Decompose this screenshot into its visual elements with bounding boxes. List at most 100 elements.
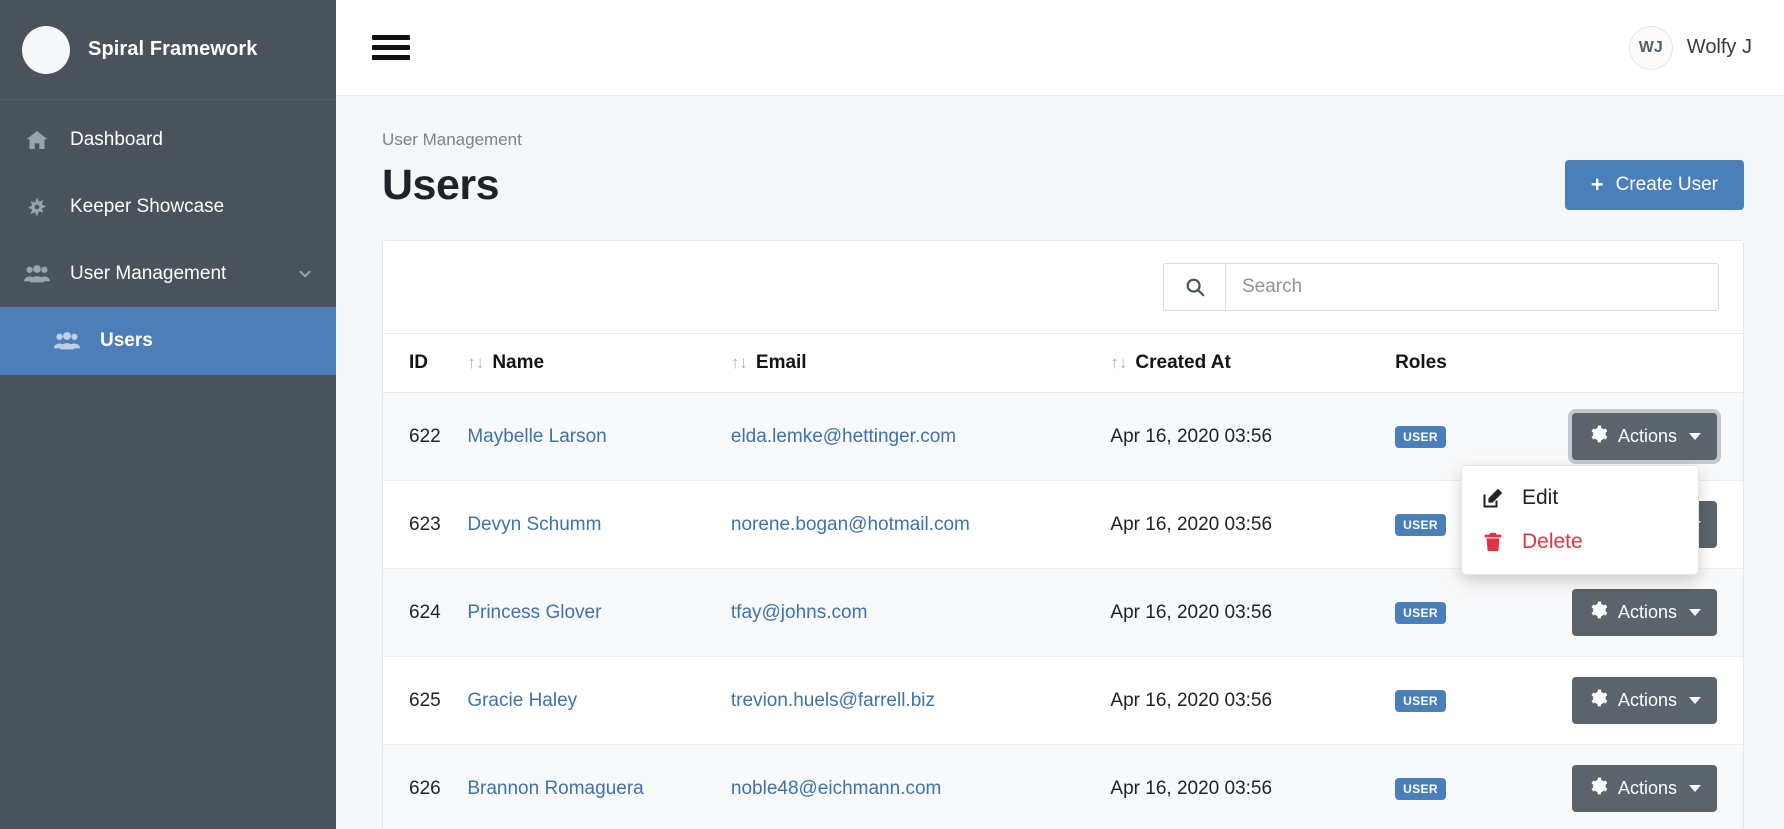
users-icon <box>52 330 82 352</box>
users-table-card: ID ↑↓ Name ↑↓ Email ↑↓ Created At <box>382 240 1744 829</box>
gear-icon <box>1588 600 1608 625</box>
create-user-button[interactable]: + Create User <box>1564 160 1744 210</box>
gear-icon <box>1588 424 1608 449</box>
role-badge: USER <box>1395 426 1447 448</box>
main-area: WJ Wolfy J User Management Users + Creat… <box>336 0 1784 829</box>
caret-down-icon <box>1689 697 1701 704</box>
user-name: Wolfy J <box>1686 36 1752 58</box>
column-label: Email <box>755 352 807 373</box>
actions-button[interactable]: Actions <box>1571 589 1717 636</box>
sidebar-item-users[interactable]: Users <box>0 307 336 375</box>
edit-pencil-icon <box>1480 486 1506 510</box>
cell-created-at: Apr 16, 2020 03:56 <box>1110 568 1396 657</box>
actions-button[interactable]: Actions <box>1571 765 1717 812</box>
user-name-link[interactable]: Brannon Romaguera <box>467 778 643 799</box>
sidebar-item-label: User Management <box>70 262 227 284</box>
dropdown-item-label: Edit <box>1521 486 1559 509</box>
title-row: Users + Create User <box>382 160 1744 210</box>
search-icon[interactable] <box>1163 263 1225 311</box>
breadcrumb[interactable]: User Management <box>382 130 1744 150</box>
actions-button[interactable]: Actions <box>1571 413 1717 460</box>
brand[interactable]: Spiral Framework <box>0 0 336 100</box>
table-row: 625 Gracie Haley trevion.huels@farrell.biz… <box>383 656 1743 745</box>
table-toolbar <box>383 241 1743 334</box>
column-header-email[interactable]: ↑↓ Email <box>730 334 1111 393</box>
trash-icon <box>1480 530 1506 554</box>
role-badge: USER <box>1395 602 1447 624</box>
users-table: ID ↑↓ Name ↑↓ Email ↑↓ Created At Roles … <box>383 334 1743 829</box>
sidebar-item-label: Dashboard <box>70 128 163 150</box>
dropdown-item-delete[interactable]: Delete <box>1462 520 1698 564</box>
sidebar-nav: Dashboard Keeper Showcase User Managemen… <box>0 100 336 375</box>
column-header-created-at[interactable]: ↑↓ Created At <box>1110 334 1396 393</box>
user-name-link[interactable]: Princess Glover <box>467 602 601 623</box>
users-icon <box>22 263 52 285</box>
sidebar-item-label: Keeper Showcase <box>70 195 225 217</box>
user-email-link[interactable]: noble48@eichmann.com <box>731 778 941 799</box>
sidebar-item-keeper-showcase[interactable]: Keeper Showcase <box>0 173 336 240</box>
cell-created-at: Apr 16, 2020 03:56 <box>1110 656 1396 745</box>
cell-id: 625 <box>383 656 468 745</box>
sidebar-item-label: Users <box>100 330 153 351</box>
topbar: WJ Wolfy J <box>336 0 1784 96</box>
chevron-down-icon[interactable] <box>296 265 314 283</box>
home-icon <box>22 128 52 152</box>
caret-down-icon <box>1689 609 1701 616</box>
column-header-roles: Roles <box>1395 334 1554 393</box>
asterisk-icon <box>22 196 52 218</box>
page-title: Users <box>382 160 500 209</box>
column-header-actions <box>1553 334 1743 393</box>
cell-id: 624 <box>383 568 468 657</box>
column-label: Created At <box>1135 352 1231 373</box>
hamburger-icon[interactable] <box>372 26 412 69</box>
user-menu[interactable]: WJ Wolfy J <box>1628 25 1752 70</box>
table-row: 626 Brannon Romaguera noble48@eichmann.com… <box>383 744 1743 829</box>
search-input[interactable] <box>1225 263 1719 311</box>
column-header-id[interactable]: ID <box>383 334 468 393</box>
role-badge: USER <box>1395 690 1447 712</box>
column-label: ID <box>409 352 428 373</box>
table-row: 624 Princess Glover tfay@johns.com Apr 16, … <box>383 568 1743 657</box>
actions-button-label: Actions <box>1617 426 1677 446</box>
user-name-link[interactable]: Maybelle Larson <box>467 426 606 447</box>
cell-id: 626 <box>383 744 468 829</box>
search-group <box>1163 263 1719 311</box>
actions-dropdown-menu: Edit Delete <box>1460 465 1699 575</box>
caret-down-icon <box>1689 785 1701 792</box>
cell-created-at: Apr 16, 2020 03:56 <box>1110 744 1396 829</box>
actions-button-label: Actions <box>1617 602 1677 622</box>
dropdown-item-label: Delete <box>1521 530 1583 553</box>
cell-created-at: Apr 16, 2020 03:56 <box>1110 392 1396 481</box>
actions-button-label: Actions <box>1617 690 1677 710</box>
user-email-link[interactable]: norene.bogan@hotmail.com <box>731 514 970 535</box>
sidebar: Spiral Framework Dashboard Keeper Showca… <box>0 0 336 829</box>
gear-icon <box>1588 688 1608 713</box>
user-email-link[interactable]: tfay@johns.com <box>731 602 868 623</box>
circle-logo-icon <box>22 25 70 74</box>
table-head: ID ↑↓ Name ↑↓ Email ↑↓ Created At Roles <box>383 334 1743 393</box>
column-label: Roles <box>1395 352 1447 373</box>
table-body: 622 Maybelle Larson elda.lemke@hettinger.c… <box>383 392 1743 829</box>
column-header-name[interactable]: ↑↓ Name <box>467 334 731 393</box>
sort-icon[interactable]: ↑↓ <box>1110 353 1127 372</box>
actions-button-label: Actions <box>1617 778 1677 798</box>
user-name-link[interactable]: Gracie Haley <box>467 690 577 711</box>
role-badge: USER <box>1395 778 1447 800</box>
create-user-label: Create User <box>1615 174 1718 195</box>
cell-id: 623 <box>383 480 468 569</box>
page-content: User Management Users + Create User Sear… <box>336 96 1784 829</box>
actions-button[interactable]: Actions <box>1571 677 1717 724</box>
role-badge: USER <box>1395 514 1447 536</box>
sort-icon[interactable]: ↑↓ <box>467 353 484 372</box>
user-name-link[interactable]: Devyn Schumm <box>467 514 601 535</box>
user-email-link[interactable]: trevion.huels@farrell.biz <box>731 690 935 711</box>
sidebar-item-dashboard[interactable]: Dashboard <box>0 106 336 173</box>
sort-icon[interactable]: ↑↓ <box>731 353 748 372</box>
user-email-link[interactable]: elda.lemke@hettinger.com <box>731 426 956 447</box>
sidebar-item-user-management[interactable]: User Management <box>0 240 336 307</box>
column-label: Name <box>492 352 545 373</box>
plus-icon: + <box>1590 172 1604 197</box>
gear-icon <box>1588 776 1608 801</box>
dropdown-item-edit[interactable]: Edit <box>1462 476 1698 520</box>
caret-down-icon <box>1689 433 1701 440</box>
